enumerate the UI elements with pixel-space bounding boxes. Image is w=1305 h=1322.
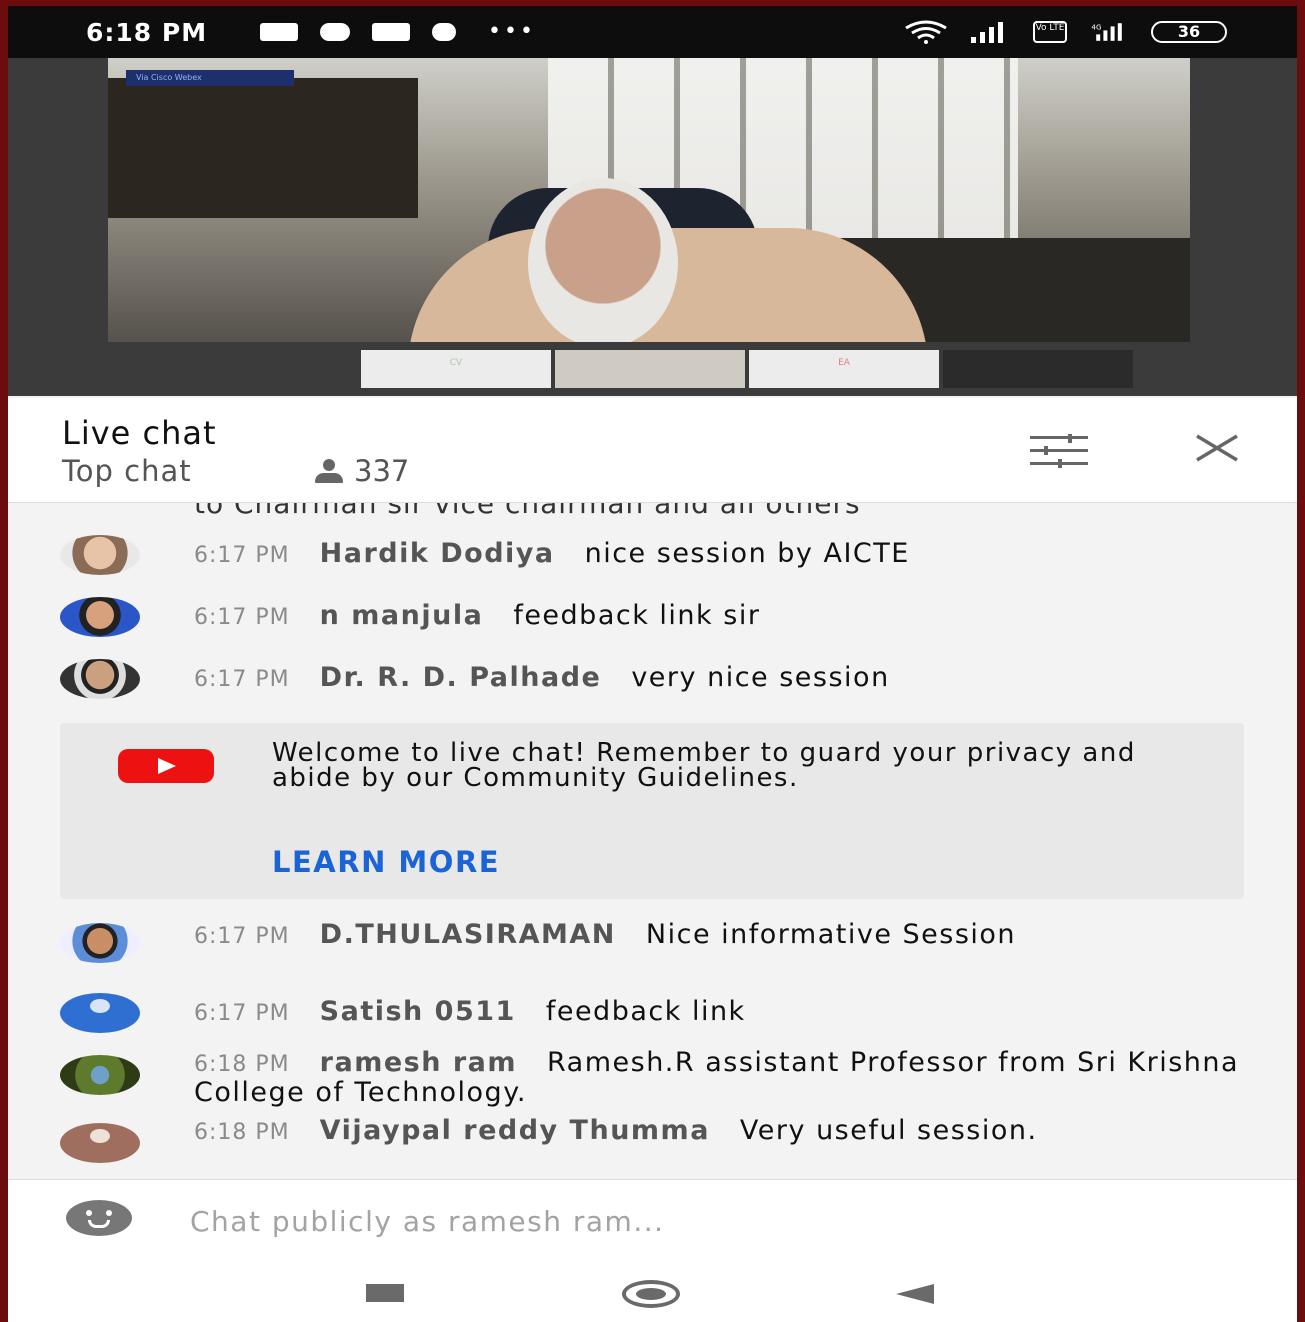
thumb-initials: CV (449, 358, 463, 368)
message-content: 6:18 PM ramesh ram Ramesh.R assistant Prof… (194, 1049, 1254, 1107)
notification-icons: ••• (260, 19, 536, 44)
mail-icon (372, 23, 410, 41)
avatar[interactable] (60, 923, 140, 963)
chat-input-bar (8, 1179, 1297, 1261)
message-author[interactable]: Satish 0511 (320, 996, 516, 1027)
message-author[interactable]: Hardik Dodiya (320, 538, 555, 569)
message-text: Very useful session. (739, 1115, 1038, 1146)
viewer-count: 337 (314, 454, 409, 488)
message-content: 6:18 PM Vijaypal reddy Thumma Very useful … (194, 1117, 1254, 1147)
message-content: 6:17 PM Satish 0511 feedback link (194, 998, 1254, 1028)
learn-more-link[interactable]: LEARN MORE (272, 845, 500, 879)
battery-icon: 36 (1151, 21, 1227, 43)
navigation-bar (8, 1260, 1297, 1322)
participant-thumbnails: CV EA (361, 350, 1133, 388)
avatar[interactable] (60, 1055, 140, 1095)
participant-thumb (943, 350, 1133, 388)
message-time: 6:18 PM (194, 1052, 290, 1077)
participant-thumb: CV (361, 350, 551, 388)
background-painting (108, 78, 418, 218)
message-author[interactable]: Dr. R. D. Palhade (320, 662, 602, 693)
message-content: 6:17 PM D.THULASIRAMAN Nice informative Se… (194, 921, 1254, 951)
message-text: feedback link (545, 996, 746, 1027)
welcome-text: Welcome to live chat! Remember to guard … (272, 738, 1136, 793)
participant-thumb (555, 350, 745, 388)
message-author[interactable]: Vijaypal reddy Thumma (320, 1115, 710, 1146)
chat-title: Live chat (62, 414, 217, 452)
more-notifications-icon: ••• (488, 19, 536, 44)
viewer-count-value: 337 (354, 454, 410, 488)
message-text: Nice informative Session (645, 919, 1017, 950)
avatar[interactable] (60, 597, 140, 637)
avatar[interactable] (60, 535, 140, 575)
status-time: 6:18 PM (86, 18, 208, 47)
webex-badge: Via Cisco Webex (126, 70, 294, 86)
volte-icon: Vo LTE (1033, 21, 1067, 43)
welcome-card: Welcome to live chat! Remember to guard … (60, 723, 1244, 899)
thumb-initials: EA (838, 358, 850, 368)
status-right-icons: Vo LTE 4G 36 (903, 20, 1227, 44)
participant-thumb: EA (749, 350, 939, 388)
close-icon[interactable] (1194, 434, 1240, 462)
video-player[interactable]: Via Cisco Webex CV EA (8, 58, 1297, 450)
tune-icon[interactable] (1028, 434, 1090, 468)
message-time: 6:17 PM (194, 924, 290, 949)
avatar[interactable] (60, 659, 140, 699)
partial-message: to Chairman sir vice chairman and all ot… (194, 503, 861, 520)
recents-icon[interactable] (366, 1284, 404, 1302)
message-time: 6:17 PM (194, 1001, 290, 1026)
message-time: 6:17 PM (194, 543, 290, 568)
message-text: feedback link sir (513, 600, 761, 631)
signal-4g-icon: 4G (1091, 23, 1122, 41)
person-icon (314, 459, 344, 483)
message-time: 6:17 PM (194, 605, 290, 630)
status-bar: 6:18 PM ••• Vo LTE 4G 36 (8, 6, 1297, 58)
chat-header: Live chat Top chat 337 (8, 398, 1297, 503)
speaker-head (528, 178, 678, 342)
message-time: 6:18 PM (194, 1120, 290, 1145)
message-text: nice session by AICTE (584, 538, 910, 569)
chat-message-list[interactable]: to Chairman sir vice chairman and all ot… (8, 503, 1297, 1179)
sync-icon (320, 23, 350, 41)
emoji-icon[interactable] (66, 1200, 132, 1236)
message-time: 6:17 PM (194, 667, 290, 692)
signal-icon (971, 22, 1003, 43)
chrome-icon (432, 23, 456, 41)
message-author[interactable]: n manjula (320, 600, 484, 631)
avatar[interactable] (60, 993, 140, 1033)
message-content: 6:17 PM n manjula feedback link sir (194, 602, 1254, 632)
chat-mode-selector[interactable]: Top chat (62, 454, 192, 488)
phone-screen: 6:18 PM ••• Vo LTE 4G 36 Via Cisco Webex… (8, 6, 1297, 1322)
message-content: 6:17 PM Hardik Dodiya nice session by AICT… (194, 540, 1254, 570)
chat-input[interactable] (188, 1200, 1232, 1242)
avatar[interactable] (60, 1123, 140, 1163)
wifi-icon (905, 20, 947, 44)
home-icon[interactable] (622, 1280, 680, 1308)
message-author[interactable]: D.THULASIRAMAN (320, 919, 616, 950)
message-author[interactable]: ramesh ram (320, 1047, 517, 1078)
back-icon[interactable] (896, 1284, 934, 1304)
message-icon (260, 23, 298, 41)
speaker-video: Via Cisco Webex (108, 58, 1190, 342)
message-content: 6:17 PM Dr. R. D. Palhade very nice sessio… (194, 664, 1254, 694)
svg-text:4G: 4G (1091, 23, 1101, 32)
youtube-logo-icon (118, 749, 214, 783)
message-text: very nice session (631, 662, 890, 693)
